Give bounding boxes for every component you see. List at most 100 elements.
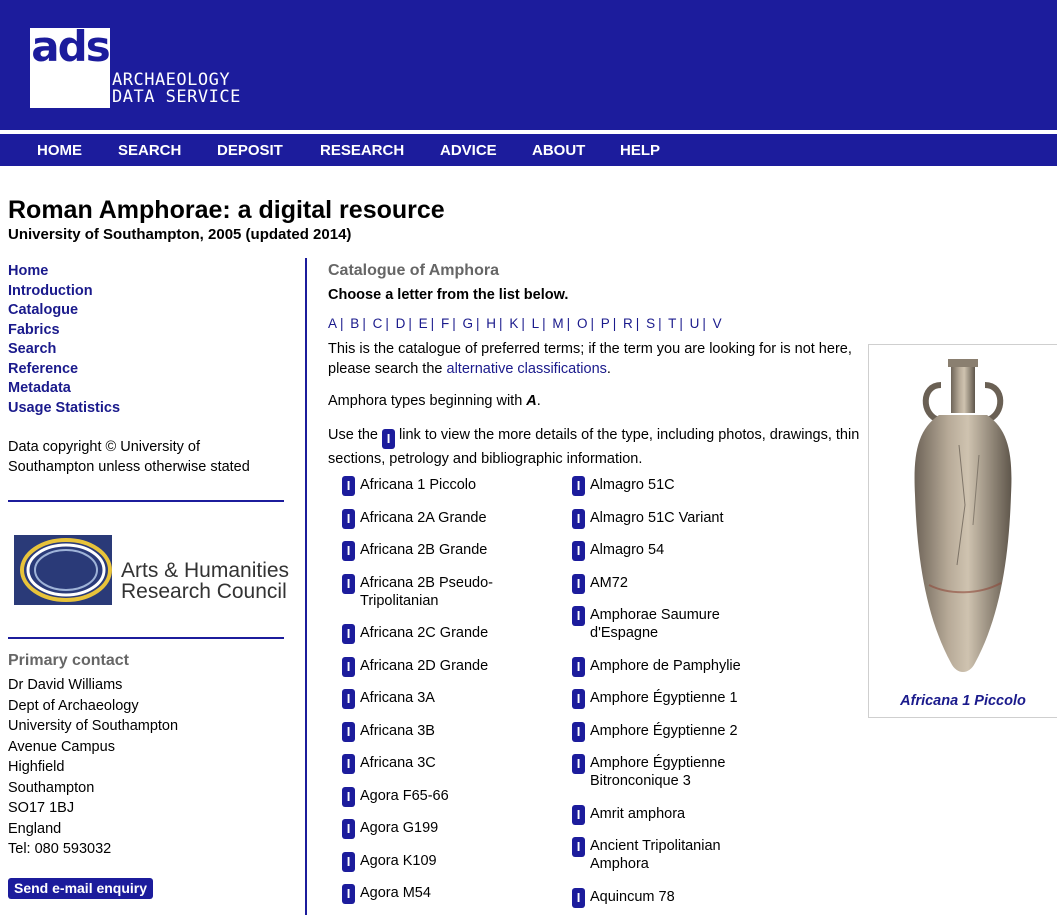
info-icon[interactable]: I [342, 624, 355, 644]
info-icon[interactable]: I [572, 476, 585, 496]
nav-search[interactable]: SEARCH [118, 142, 181, 159]
info-icon[interactable]: I [572, 754, 585, 774]
info-icon[interactable]: I [342, 819, 355, 839]
info-icon[interactable]: I [572, 508, 585, 529]
list-item[interactable]: I Africana 2C Grande [342, 624, 562, 644]
alternative-classifications-link[interactable]: alternative classifications [447, 361, 607, 377]
list-item[interactable]: I Agora G199 [342, 819, 562, 839]
letter-link-s[interactable]: S [646, 316, 655, 331]
list-item[interactable]: I Agora K109 [342, 851, 562, 872]
list-item[interactable]: I Aquincum 78 [572, 887, 772, 908]
info-icon[interactable]: I [342, 851, 355, 872]
info-icon[interactable]: I [572, 837, 585, 857]
info-icon[interactable]: I [342, 689, 355, 709]
list-item[interactable]: I Ancient Tripolitanian Amphora [572, 837, 750, 873]
list-item[interactable]: I Africana 2B Pseudo-Tripolitanian [342, 573, 530, 610]
sidebar-item-search[interactable]: Search [8, 340, 120, 360]
sidebar-item-metadata[interactable]: Metadata [8, 379, 120, 399]
info-icon[interactable]: I [572, 721, 585, 742]
sidebar-item-reference[interactable]: Reference [8, 360, 120, 380]
ahrc-line-1: Arts & Humanities [121, 559, 290, 582]
info-icon[interactable]: I [342, 786, 355, 807]
amphora-type-label: Africana 2D Grande [360, 657, 489, 674]
list-item[interactable]: I Africana 3C [342, 754, 562, 774]
info-icon[interactable]: I [342, 508, 355, 529]
letter-link-u[interactable]: U [690, 316, 700, 331]
info-icon[interactable]: I [342, 573, 355, 594]
letter-link-d[interactable]: D [396, 316, 406, 331]
column-divider [305, 258, 307, 915]
letter-link-p[interactable]: P [601, 316, 610, 331]
list-item[interactable]: I Agora M54 [342, 884, 562, 904]
letter-link-a[interactable]: A [328, 316, 337, 331]
info-icon[interactable]: I [342, 884, 355, 904]
letter-link-g[interactable]: G [462, 316, 473, 331]
list-item[interactable]: I Africana 2D Grande [342, 656, 562, 677]
list-item[interactable]: I Africana 3A [342, 689, 562, 709]
letter-link-k[interactable]: K [509, 316, 518, 331]
sidebar-divider [8, 637, 284, 639]
list-item[interactable]: I Amphore Égyptienne 1 [572, 689, 772, 709]
info-icon[interactable]: I [572, 656, 585, 677]
ahrc-logo[interactable]: Arts & Humanities Research Council [14, 535, 289, 605]
list-item[interactable]: I Africana 1 Piccolo [342, 476, 562, 496]
letter-link-h[interactable]: H [486, 316, 496, 331]
info-icon[interactable]: I [572, 804, 585, 825]
nav-home[interactable]: HOME [37, 142, 82, 159]
sidebar-item-introduction[interactable]: Introduction [8, 282, 120, 302]
letter-link-b[interactable]: B [350, 316, 359, 331]
nav-about[interactable]: ABOUT [532, 142, 585, 159]
list-item[interactable]: I Amphore Égyptienne Bitronconique 3 [572, 754, 760, 790]
sidebar-item-catalogue[interactable]: Catalogue [8, 301, 120, 321]
nav-help[interactable]: HELP [620, 142, 660, 159]
letter-link-f[interactable]: F [441, 316, 449, 331]
info-icon[interactable]: I [342, 754, 355, 774]
use-suffix: link to view the more details of the typ… [328, 427, 860, 467]
begin-prefix: Amphora types beginning with [328, 393, 527, 409]
list-item[interactable]: I AM72 [572, 573, 772, 594]
nav-advice[interactable]: ADVICE [440, 142, 497, 159]
separator: | [408, 316, 412, 331]
info-icon[interactable]: I [572, 887, 585, 908]
letter-link-v[interactable]: V [713, 316, 722, 331]
info-icon[interactable]: I [572, 541, 585, 561]
ads-logo[interactable]: ads [30, 22, 111, 108]
info-icon[interactable]: I [342, 656, 355, 677]
separator: | [476, 316, 480, 331]
info-icon[interactable]: I [572, 606, 585, 626]
info-icon[interactable]: I [342, 721, 355, 742]
send-email-button[interactable]: Send e-mail enquiry [8, 878, 154, 899]
list-item[interactable]: I Amphorae Saumure d'Espagne [572, 606, 740, 642]
letter-link-t[interactable]: T [668, 316, 676, 331]
sidebar-item-fabrics[interactable]: Fabrics [8, 321, 120, 341]
list-item[interactable]: I Almagro 51C Variant [572, 508, 772, 529]
separator: | [499, 316, 503, 331]
photo-caption[interactable]: Africana 1 Piccolo [869, 693, 1057, 709]
list-item[interactable]: I Africana 2B Grande [342, 541, 562, 561]
letter-link-r[interactable]: R [623, 316, 633, 331]
list-item[interactable]: I Africana 2A Grande [342, 508, 562, 529]
letter-link-m[interactable]: M [552, 316, 563, 331]
letter-link-e[interactable]: E [419, 316, 428, 331]
letter-link-l[interactable]: L [532, 316, 540, 331]
letter-link-o[interactable]: O [577, 316, 588, 331]
info-icon[interactable]: I [572, 689, 585, 709]
list-item[interactable]: I Agora F65-66 [342, 786, 562, 807]
info-icon[interactable]: I [342, 541, 355, 561]
nav-deposit[interactable]: DEPOSIT [217, 142, 283, 159]
list-item[interactable]: I Almagro 51C [572, 476, 772, 496]
list-item[interactable]: I Amrit amphora [572, 804, 772, 825]
nav-research[interactable]: RESEARCH [320, 142, 404, 159]
amphora-photo[interactable] [869, 345, 1057, 685]
contact-line: Avenue Campus [8, 738, 115, 755]
info-icon[interactable]: I [342, 476, 355, 496]
list-item[interactable]: I Amphore Égyptienne 2 [572, 721, 772, 742]
sidebar-item-home[interactable]: Home [8, 262, 120, 282]
list-item[interactable]: I Africana 3B [342, 721, 562, 742]
sidebar-item-usage-statistics[interactable]: Usage Statistics [8, 399, 120, 419]
info-icon[interactable]: I [572, 573, 585, 594]
logo-wordmark[interactable]: ARCHAEOLOGY DATA SERVICE [112, 72, 241, 106]
list-item[interactable]: I Almagro 54 [572, 541, 772, 561]
list-item[interactable]: I Amphore de Pamphylie [572, 656, 772, 677]
letter-link-c[interactable]: C [373, 316, 383, 331]
